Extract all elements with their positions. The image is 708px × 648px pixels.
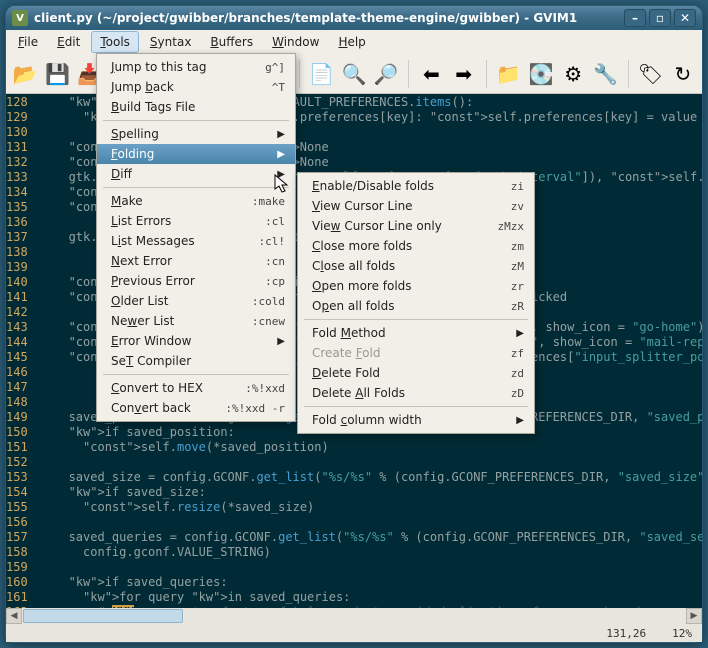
folding-item-close-all-folds[interactable]: Close all foldszM	[298, 256, 534, 276]
scroll-right-button[interactable]: ▶	[686, 608, 702, 624]
scroll-percent: 12%	[672, 627, 692, 640]
tools-item-jump-to-this-tag[interactable]: Jump to this tagg^]	[97, 57, 295, 77]
folding-item-close-more-folds[interactable]: Close more foldszm	[298, 236, 534, 256]
close-button[interactable]: ✕	[674, 9, 696, 27]
hscroll-thumb[interactable]	[23, 609, 183, 623]
hscroll-track[interactable]	[22, 608, 686, 624]
back-icon[interactable]: ⬅	[418, 58, 444, 90]
horizontal-scrollbar[interactable]: ◀ ▶	[6, 608, 702, 624]
menubar: FileEditToolsSyntaxBuffersWindowHelp	[6, 30, 702, 54]
minimize-button[interactable]: –	[624, 9, 646, 27]
tools-item-jump-back[interactable]: Jump back^T	[97, 77, 295, 97]
tools-item-spelling[interactable]: Spelling▶	[97, 124, 295, 144]
menu-file[interactable]: File	[10, 32, 46, 52]
folding-item-fold-method[interactable]: Fold Method▶	[298, 323, 534, 343]
tools-item-make[interactable]: Make:make	[97, 191, 295, 211]
menu-window[interactable]: Window	[264, 32, 327, 52]
folding-item-view-cursor-line[interactable]: View Cursor Linezv	[298, 196, 534, 216]
tools-item-convert-back[interactable]: Convert back:%!xxd -r	[97, 398, 295, 418]
maximize-button[interactable]: ▫	[649, 9, 671, 27]
menu-edit[interactable]: Edit	[49, 32, 88, 52]
menu-buffers[interactable]: Buffers	[202, 32, 261, 52]
tags-icon[interactable]: 🏷	[637, 58, 663, 90]
tools-item-next-error[interactable]: Next Error:cn	[97, 251, 295, 271]
forward-icon[interactable]: ➡	[451, 58, 477, 90]
tools-item-previous-error[interactable]: Previous Error:cp	[97, 271, 295, 291]
chevron-right-icon: ▶	[277, 149, 285, 160]
find-icon[interactable]: 🔍	[341, 58, 367, 90]
app-icon: V	[12, 10, 28, 26]
tools-item-newer-list[interactable]: Newer List:cnew	[97, 311, 295, 331]
project-icon[interactable]: 📁	[496, 58, 522, 90]
chevron-right-icon: ▶	[277, 169, 285, 180]
folding-item-fold-column-width[interactable]: Fold column width▶	[298, 410, 534, 430]
tools-item-folding[interactable]: Folding▶	[97, 144, 295, 164]
tools-item-list-errors[interactable]: List Errors:cl	[97, 211, 295, 231]
chevron-right-icon: ▶	[277, 336, 285, 347]
scroll-left-button[interactable]: ◀	[6, 608, 22, 624]
tools-menu-dropdown: Jump to this tagg^]Jump back^TBuild Tags…	[96, 53, 296, 422]
menu-help[interactable]: Help	[330, 32, 373, 52]
run-icon[interactable]: ↻	[670, 58, 696, 90]
chevron-right-icon: ▶	[277, 129, 285, 140]
folding-item-view-cursor-line-only[interactable]: View Cursor Line onlyzMzx	[298, 216, 534, 236]
save-icon[interactable]: 💾	[44, 58, 70, 90]
open-icon[interactable]: 📂	[12, 58, 38, 90]
tools-item-error-window[interactable]: Error Window▶	[97, 331, 295, 351]
tools-item-convert-to-hex[interactable]: Convert to HEX:%!xxd	[97, 378, 295, 398]
tools-item-list-messages[interactable]: List Messages:cl!	[97, 231, 295, 251]
tools-item-older-list[interactable]: Older List:cold	[97, 291, 295, 311]
folding-item-delete-fold[interactable]: Delete Foldzd	[298, 363, 534, 383]
tools-item-set-compiler[interactable]: SeT Compiler	[97, 351, 295, 371]
paste-icon[interactable]: 📄	[309, 58, 335, 90]
folding-item-enable-disable-folds[interactable]: Enable/Disable foldszi	[298, 176, 534, 196]
folding-submenu-dropdown: Enable/Disable foldsziView Cursor Linezv…	[297, 172, 535, 434]
folding-item-create-fold: Create Foldzf	[298, 343, 534, 363]
cursor-position: 131,26	[606, 627, 646, 640]
folding-item-delete-all-folds[interactable]: Delete All FoldszD	[298, 383, 534, 403]
menu-syntax[interactable]: Syntax	[142, 32, 200, 52]
titlebar[interactable]: V client.py (~/project/gwibber/branches/…	[6, 6, 702, 30]
statusbar: 131,26 12%	[6, 624, 702, 642]
saveproj-icon[interactable]: 💽	[528, 58, 554, 90]
chevron-right-icon: ▶	[516, 415, 524, 426]
window-title: client.py (~/project/gwibber/branches/te…	[34, 11, 621, 25]
line-number-gutter: 128 129 130 131 132 133 134 135 136 137 …	[6, 94, 34, 608]
findnext-icon[interactable]: 🔎	[373, 58, 399, 90]
tools-item-diff[interactable]: Diff▶	[97, 164, 295, 184]
folding-item-open-more-folds[interactable]: Open more foldszr	[298, 276, 534, 296]
build-icon[interactable]: ⚙	[560, 58, 586, 90]
chevron-right-icon: ▶	[516, 328, 524, 339]
tools-item-build-tags-file[interactable]: Build Tags File	[97, 97, 295, 117]
make-icon[interactable]: 🔧	[592, 58, 618, 90]
menu-tools[interactable]: Tools	[91, 31, 139, 53]
folding-item-open-all-folds[interactable]: Open all foldszR	[298, 296, 534, 316]
